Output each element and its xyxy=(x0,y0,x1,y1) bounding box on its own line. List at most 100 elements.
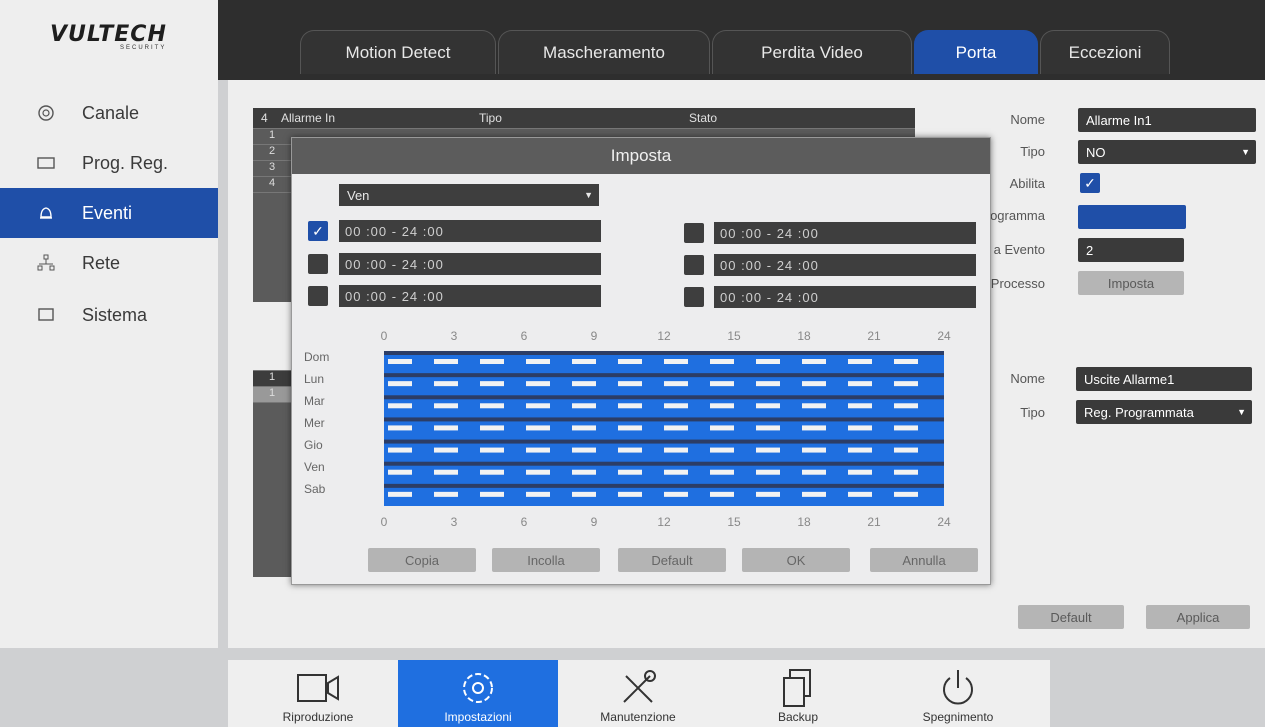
apply-button[interactable]: Applica xyxy=(1146,605,1250,629)
backup-button[interactable]: Backup xyxy=(718,660,878,727)
grid-dash xyxy=(480,491,504,497)
nome-label: Nome xyxy=(1010,112,1045,127)
hour-label: 12 xyxy=(657,515,671,529)
time-slot-5[interactable]: 00 :00 - 24 :00 xyxy=(714,254,976,276)
check-icon: ✓ xyxy=(312,222,324,239)
day-label: Ven xyxy=(304,460,325,474)
grid-dash xyxy=(572,403,596,409)
hour-labels-top: 0 3 6 9 12 15 18 21 24 xyxy=(292,329,990,345)
grid-dash xyxy=(618,359,642,364)
riproduzione-button[interactable]: Riproduzione xyxy=(238,660,398,727)
grid-row-separator xyxy=(384,483,944,488)
time-slot-1[interactable]: 00 :00 - 24 :00 xyxy=(339,220,601,242)
grid-dash xyxy=(388,469,412,475)
grid-dash xyxy=(664,447,688,453)
gear-icon xyxy=(453,668,503,708)
manutenzione-button[interactable]: Manutenzione xyxy=(558,660,718,727)
grid-dash xyxy=(756,381,780,387)
out-tipo-select[interactable]: Reg. Programmata ▼ xyxy=(1076,400,1252,424)
slot-checkbox-3[interactable] xyxy=(308,286,328,306)
grid-dash xyxy=(618,403,642,409)
grid-dash xyxy=(526,359,550,364)
abilita-checkbox[interactable]: ✓ xyxy=(1080,173,1100,193)
grid-dash xyxy=(618,469,642,475)
hour-label: 6 xyxy=(520,515,528,529)
grid-dash xyxy=(710,403,734,409)
tab-perdita-video[interactable]: Perdita Video xyxy=(712,30,912,74)
slot-checkbox-5[interactable] xyxy=(684,255,704,275)
sidebar-item-prog-reg[interactable]: Prog. Reg. xyxy=(0,138,218,188)
day-label: Mer xyxy=(304,416,325,430)
video-camera-icon xyxy=(293,668,343,708)
grid-dash xyxy=(434,469,458,475)
grid-dash xyxy=(848,491,872,497)
camera-circle-icon xyxy=(36,103,56,123)
annulla-button[interactable]: Annulla xyxy=(870,548,978,572)
logo: VULTECH SECURITY xyxy=(50,22,200,72)
schedule-grid-svg[interactable] xyxy=(384,351,944,506)
logo-sub: SECURITY xyxy=(120,45,167,51)
tab-porta[interactable]: Porta xyxy=(914,30,1038,74)
grid-row-separator xyxy=(384,417,944,422)
evento-input[interactable]: 2 xyxy=(1078,238,1184,262)
table-row[interactable]: 1 xyxy=(253,386,293,402)
out-nome-input[interactable]: Uscite Allarme1 xyxy=(1076,367,1252,391)
copia-button[interactable]: Copia xyxy=(368,548,476,572)
grid-row-separator xyxy=(384,461,944,466)
spegnimento-button[interactable]: Spegnimento xyxy=(878,660,1038,727)
tools-icon xyxy=(613,668,663,708)
tab-mascheramento[interactable]: Mascheramento xyxy=(498,30,710,74)
grid-dash xyxy=(802,447,826,453)
default-dialog-button[interactable]: Default xyxy=(618,548,726,572)
incolla-button[interactable]: Incolla xyxy=(492,548,600,572)
hour-label: 21 xyxy=(867,515,881,529)
impostazioni-button[interactable]: Impostazioni xyxy=(398,660,558,727)
grid-dash xyxy=(434,403,458,409)
sidebar-item-label: Rete xyxy=(82,252,121,273)
tab-motion-detect[interactable]: Motion Detect xyxy=(300,30,496,74)
sidebar-item-eventi[interactable]: Eventi xyxy=(0,188,218,238)
time-slot-6[interactable]: 00 :00 - 24 :00 xyxy=(714,286,976,308)
default-button[interactable]: Default xyxy=(1018,605,1124,629)
grid-dash xyxy=(434,491,458,497)
tipo-select[interactable]: NO ▼ xyxy=(1078,140,1256,164)
slot-checkbox-1[interactable]: ✓ xyxy=(308,221,328,241)
day-select[interactable]: Ven ▼ xyxy=(339,184,599,206)
slot-checkbox-6[interactable] xyxy=(684,287,704,307)
nome-input[interactable]: Allarme In1 xyxy=(1078,108,1256,132)
hour-label: 21 xyxy=(867,329,881,343)
power-icon xyxy=(933,668,983,708)
grid-dash xyxy=(802,491,826,497)
processo-button[interactable]: Imposta xyxy=(1078,271,1184,295)
grid-dash xyxy=(756,359,780,364)
grid-dash xyxy=(480,381,504,387)
tab-eccezioni[interactable]: Eccezioni xyxy=(1040,30,1170,74)
sidebar-item-rete[interactable]: Rete xyxy=(0,238,218,288)
time-slot-4[interactable]: 00 :00 - 24 :00 xyxy=(714,222,976,244)
grid-dash xyxy=(572,491,596,497)
ok-button[interactable]: OK xyxy=(742,548,850,572)
sidebar-item-canale[interactable]: Canale xyxy=(0,88,218,138)
grid-dash xyxy=(434,425,458,431)
hour-label: 12 xyxy=(657,329,671,343)
schedule-icon xyxy=(36,153,56,173)
time-slot-3[interactable]: 00 :00 - 24 :00 xyxy=(339,285,601,307)
schedule-grid[interactable] xyxy=(384,351,944,506)
day-label: Dom xyxy=(304,350,330,364)
bottom-bar: Riproduzione Impostazioni Manutenzione B… xyxy=(228,660,1050,727)
grid-dash xyxy=(388,447,412,453)
grid-dash xyxy=(480,425,504,431)
grid-dash xyxy=(802,381,826,387)
sidebar-item-sistema[interactable]: Sistema xyxy=(0,290,218,340)
grid-dash xyxy=(802,425,826,431)
time-slot-2[interactable]: 00 :00 - 24 :00 xyxy=(339,253,601,275)
table-row[interactable]: 1 xyxy=(253,370,293,386)
hour-labels-bottom: 0 3 6 9 12 15 18 21 24 xyxy=(292,515,990,531)
slot-checkbox-4[interactable] xyxy=(684,223,704,243)
grid-dash xyxy=(756,447,780,453)
grid-dash xyxy=(710,447,734,453)
programma-button[interactable] xyxy=(1078,205,1186,229)
grid-dash xyxy=(572,381,596,387)
slot-checkbox-2[interactable] xyxy=(308,254,328,274)
grid-dash xyxy=(388,403,412,409)
